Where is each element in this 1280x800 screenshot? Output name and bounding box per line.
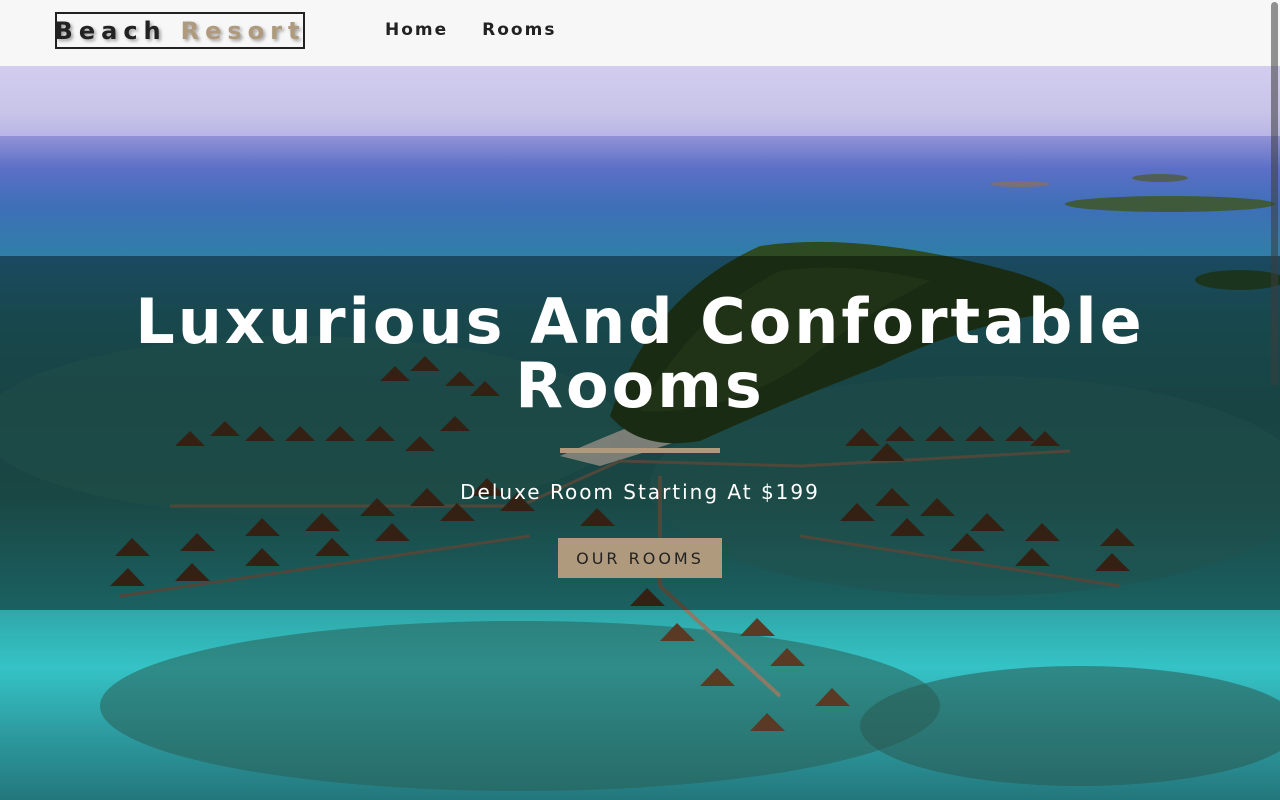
nav-link-rooms[interactable]: Rooms xyxy=(482,20,556,40)
banner-subtitle: Deluxe Room Starting At $199 xyxy=(460,480,820,504)
hero-banner: Luxurious And Confortable Rooms Deluxe R… xyxy=(0,256,1280,610)
navbar: Beach Resort Home Rooms xyxy=(0,0,1280,66)
nav-links: Home Rooms xyxy=(385,20,556,40)
brand-name-part1: Beach xyxy=(54,16,167,45)
brand-logo[interactable]: Beach Resort xyxy=(55,12,305,49)
banner-title: Luxurious And Confortable Rooms xyxy=(135,285,1145,422)
our-rooms-button[interactable]: OUR ROOMS xyxy=(558,538,722,578)
banner-divider xyxy=(560,448,720,453)
nav-link-home[interactable]: Home xyxy=(385,20,448,40)
brand-name-part2: Resort xyxy=(180,16,306,45)
scrollbar-thumb[interactable] xyxy=(1271,2,1278,386)
